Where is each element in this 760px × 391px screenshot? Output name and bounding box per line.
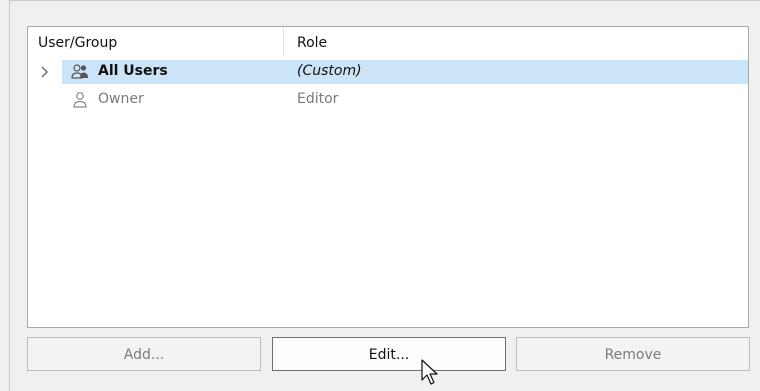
row-user-name: Owner	[98, 91, 144, 107]
chevron-right-icon[interactable]	[38, 63, 52, 81]
user-icon	[73, 92, 87, 108]
mouse-cursor-icon	[421, 359, 438, 385]
table-row[interactable]: All Users (Custom)	[28, 60, 748, 84]
edit-button[interactable]: Edit...	[272, 337, 506, 371]
remove-button[interactable]: Remove	[516, 337, 750, 371]
row-user-name: All Users	[98, 63, 168, 79]
row-role: (Custom)	[297, 63, 362, 79]
column-header-role[interactable]: Role	[297, 35, 327, 51]
column-header-user-group[interactable]: User/Group	[38, 35, 117, 51]
column-separator[interactable]	[283, 27, 284, 57]
table-row[interactable]: Owner Editor	[28, 88, 748, 112]
group-icon	[71, 64, 88, 79]
add-button[interactable]: Add...	[27, 337, 261, 371]
table-header: User/Group Role	[28, 27, 748, 57]
row-role: Editor	[297, 91, 339, 107]
permissions-table[interactable]: User/Group Role All Users (Custom) Owner…	[27, 26, 749, 328]
